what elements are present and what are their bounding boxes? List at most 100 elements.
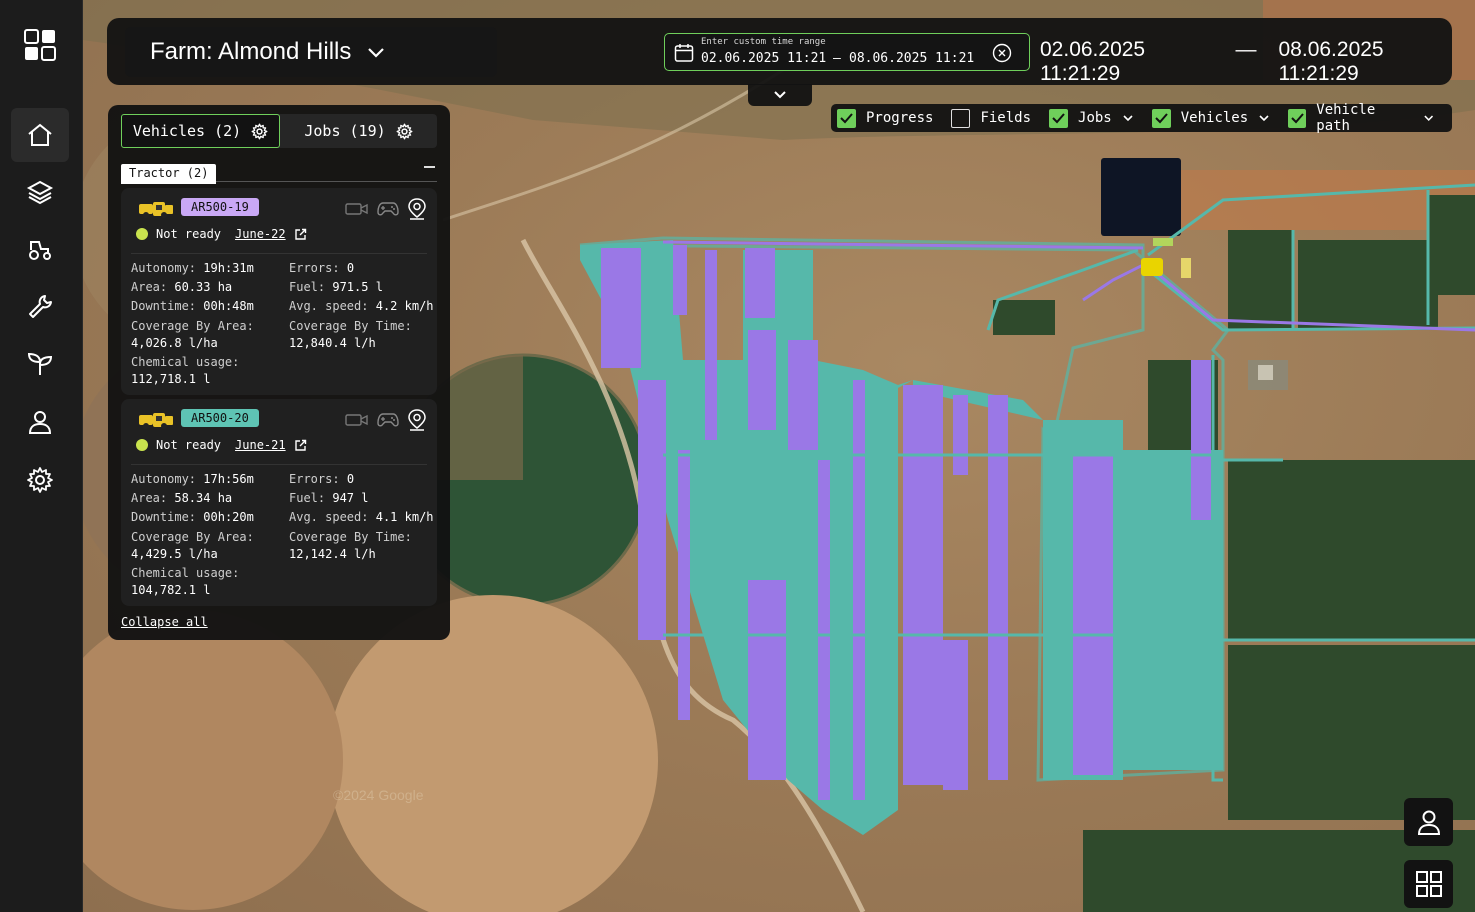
collapse-group-icon[interactable]: [424, 166, 435, 168]
grid-view-button[interactable]: [1404, 860, 1453, 908]
stat-coverage-time: Coverage By Time: 12,840.4 l/h: [289, 319, 412, 350]
active-time-range: 02.06.2025 11:21:29 — 08.06.2025 11:21:2…: [1040, 38, 1452, 86]
checkbox-checked-icon[interactable]: [1151, 108, 1171, 128]
map-watermark: ©2024 Google: [333, 787, 424, 803]
sidebar-item-home[interactable]: [11, 108, 69, 162]
gamepad-icon[interactable]: [377, 201, 399, 217]
camera-icon[interactable]: [345, 202, 369, 216]
vehicle-group-header: Tractor (2): [121, 162, 437, 184]
tractor-icon: [29, 241, 51, 260]
display-separator: —: [1235, 38, 1257, 61]
grid-icon: [1415, 871, 1442, 897]
user-icon: [1417, 810, 1440, 835]
checkbox-checked-icon[interactable]: [1288, 108, 1307, 128]
sidebar-item-users[interactable]: [11, 395, 69, 449]
chevron-down-icon[interactable]: [1122, 112, 1134, 124]
layer-label: Fields: [980, 110, 1032, 126]
farm-selector[interactable]: Farm: Almond Hills: [125, 27, 497, 77]
sidebar-item-crops[interactable]: [11, 337, 69, 391]
layer-label: Vehicle path: [1316, 102, 1376, 134]
layer-label: Jobs: [1078, 110, 1112, 126]
stat-chemical-usage: Chemical usage: 112,718.1 l: [131, 355, 240, 386]
stat-area: Area: 60.33 ha: [131, 280, 233, 294]
tab-jobs[interactable]: Jobs (19): [280, 114, 437, 148]
stat-avg-speed: Avg. speed: 4.2 km/h: [289, 299, 434, 313]
divider: [131, 253, 427, 254]
stat-coverage-area: Coverage By Area: 4,026.8 l/ha: [131, 319, 254, 350]
vehicle-status: Not ready June-21: [136, 438, 307, 452]
tractor-icon: [139, 413, 173, 429]
home-icon: [28, 123, 52, 146]
tab-label: Vehicles (2): [132, 122, 242, 140]
tab-vehicles[interactable]: Vehicles (2): [121, 114, 280, 148]
checkbox-unchecked-icon[interactable]: [951, 108, 971, 128]
layer-label: Vehicles: [1180, 110, 1249, 126]
stat-errors: Errors: 0: [289, 261, 355, 275]
status-dot: [136, 228, 148, 240]
stat-autonomy: Autonomy: 19h:31m: [131, 261, 254, 275]
layers-icon: [26, 180, 54, 205]
gear-icon[interactable]: [251, 123, 268, 140]
sidebar-item-maintenance[interactable]: [11, 280, 69, 334]
location-pin-icon[interactable]: [407, 409, 427, 431]
wrench-icon: [29, 295, 52, 318]
gear-icon[interactable]: [396, 123, 413, 140]
gear-icon: [27, 467, 53, 493]
status-dot: [136, 439, 148, 451]
vehicle-id-badge: AR500-19: [181, 198, 259, 216]
range-to[interactable]: 08.06.2025 11:21: [849, 51, 974, 66]
range-from[interactable]: 02.06.2025 11:21: [701, 51, 826, 66]
layer-fields[interactable]: Fields: [951, 108, 1032, 128]
top-bar: Farm: Almond Hills Enter custom time ran…: [107, 18, 1452, 85]
chevron-down-icon[interactable]: [1258, 112, 1270, 124]
display-from: 02.06.2025 11:21:29: [1040, 38, 1146, 85]
camera-icon[interactable]: [345, 413, 369, 427]
vehicles-panel: Vehicles (2) Jobs (19) Tractor (2) AR500…: [108, 105, 450, 640]
expand-topbar-button[interactable]: [748, 84, 812, 106]
custom-time-range-input[interactable]: Enter custom time range 02.06.2025 11:21…: [664, 33, 1030, 71]
status-text: Not ready: [156, 227, 222, 241]
profile-button[interactable]: [1404, 798, 1453, 846]
external-link-icon[interactable]: [294, 439, 307, 452]
checkbox-checked-icon[interactable]: [837, 108, 856, 128]
range-separator: –: [833, 51, 841, 66]
display-to: 08.06.2025 11:21:29: [1278, 38, 1384, 85]
stat-downtime: Downtime: 00h:48m: [131, 299, 254, 313]
location-pin-icon[interactable]: [407, 198, 427, 220]
gamepad-icon[interactable]: [377, 412, 399, 428]
clear-range-icon[interactable]: [992, 43, 1012, 63]
stat-area: Area: 58.34 ha: [131, 491, 233, 505]
layer-vehicles[interactable]: Vehicles: [1151, 108, 1270, 128]
collapse-all-link[interactable]: Collapse all: [121, 615, 208, 629]
divider: [131, 464, 427, 465]
job-link[interactable]: June-21: [235, 438, 286, 452]
stat-avg-speed: Avg. speed: 4.1 km/h: [289, 510, 434, 524]
status-text: Not ready: [156, 438, 222, 452]
sidebar-item-settings[interactable]: [11, 453, 69, 507]
layer-progress[interactable]: Progress: [837, 108, 934, 128]
layer-label: Progress: [866, 110, 934, 126]
sidebar-item-layers[interactable]: [11, 165, 69, 219]
layer-jobs[interactable]: Jobs: [1049, 108, 1134, 128]
farm-label: Farm: Almond Hills: [150, 38, 352, 65]
layer-vehicle-path[interactable]: Vehicle path: [1288, 102, 1434, 134]
tractor-icon: [139, 202, 173, 218]
vehicle-status: Not ready June-22: [136, 227, 307, 241]
stat-fuel: Fuel: 971.5 l: [289, 280, 383, 294]
stat-errors: Errors: 0: [289, 472, 355, 486]
group-tag[interactable]: Tractor (2): [121, 164, 217, 184]
stat-coverage-area: Coverage By Area: 4,429.5 l/ha: [131, 530, 254, 561]
sprout-icon: [27, 352, 53, 375]
layer-toggles: Progress Fields Jobs Vehicles Vehicle pa…: [831, 102, 1452, 134]
stat-autonomy: Autonomy: 17h:56m: [131, 472, 254, 486]
checkbox-checked-icon[interactable]: [1049, 108, 1069, 128]
job-link[interactable]: June-22: [235, 227, 286, 241]
stat-fuel: Fuel: 947 l: [289, 491, 369, 505]
chevron-down-icon[interactable]: [1423, 112, 1434, 124]
sidebar-item-vehicles[interactable]: [11, 222, 69, 276]
vehicle-card[interactable]: AR500-20 Not ready June-21 Autonomy: 17h…: [121, 399, 437, 606]
vehicle-card[interactable]: AR500-19 Not ready June-22 Autonomy: 19h…: [121, 188, 437, 395]
app-logo-icon[interactable]: [24, 29, 56, 61]
stat-downtime: Downtime: 00h:20m: [131, 510, 254, 524]
external-link-icon[interactable]: [294, 228, 307, 241]
